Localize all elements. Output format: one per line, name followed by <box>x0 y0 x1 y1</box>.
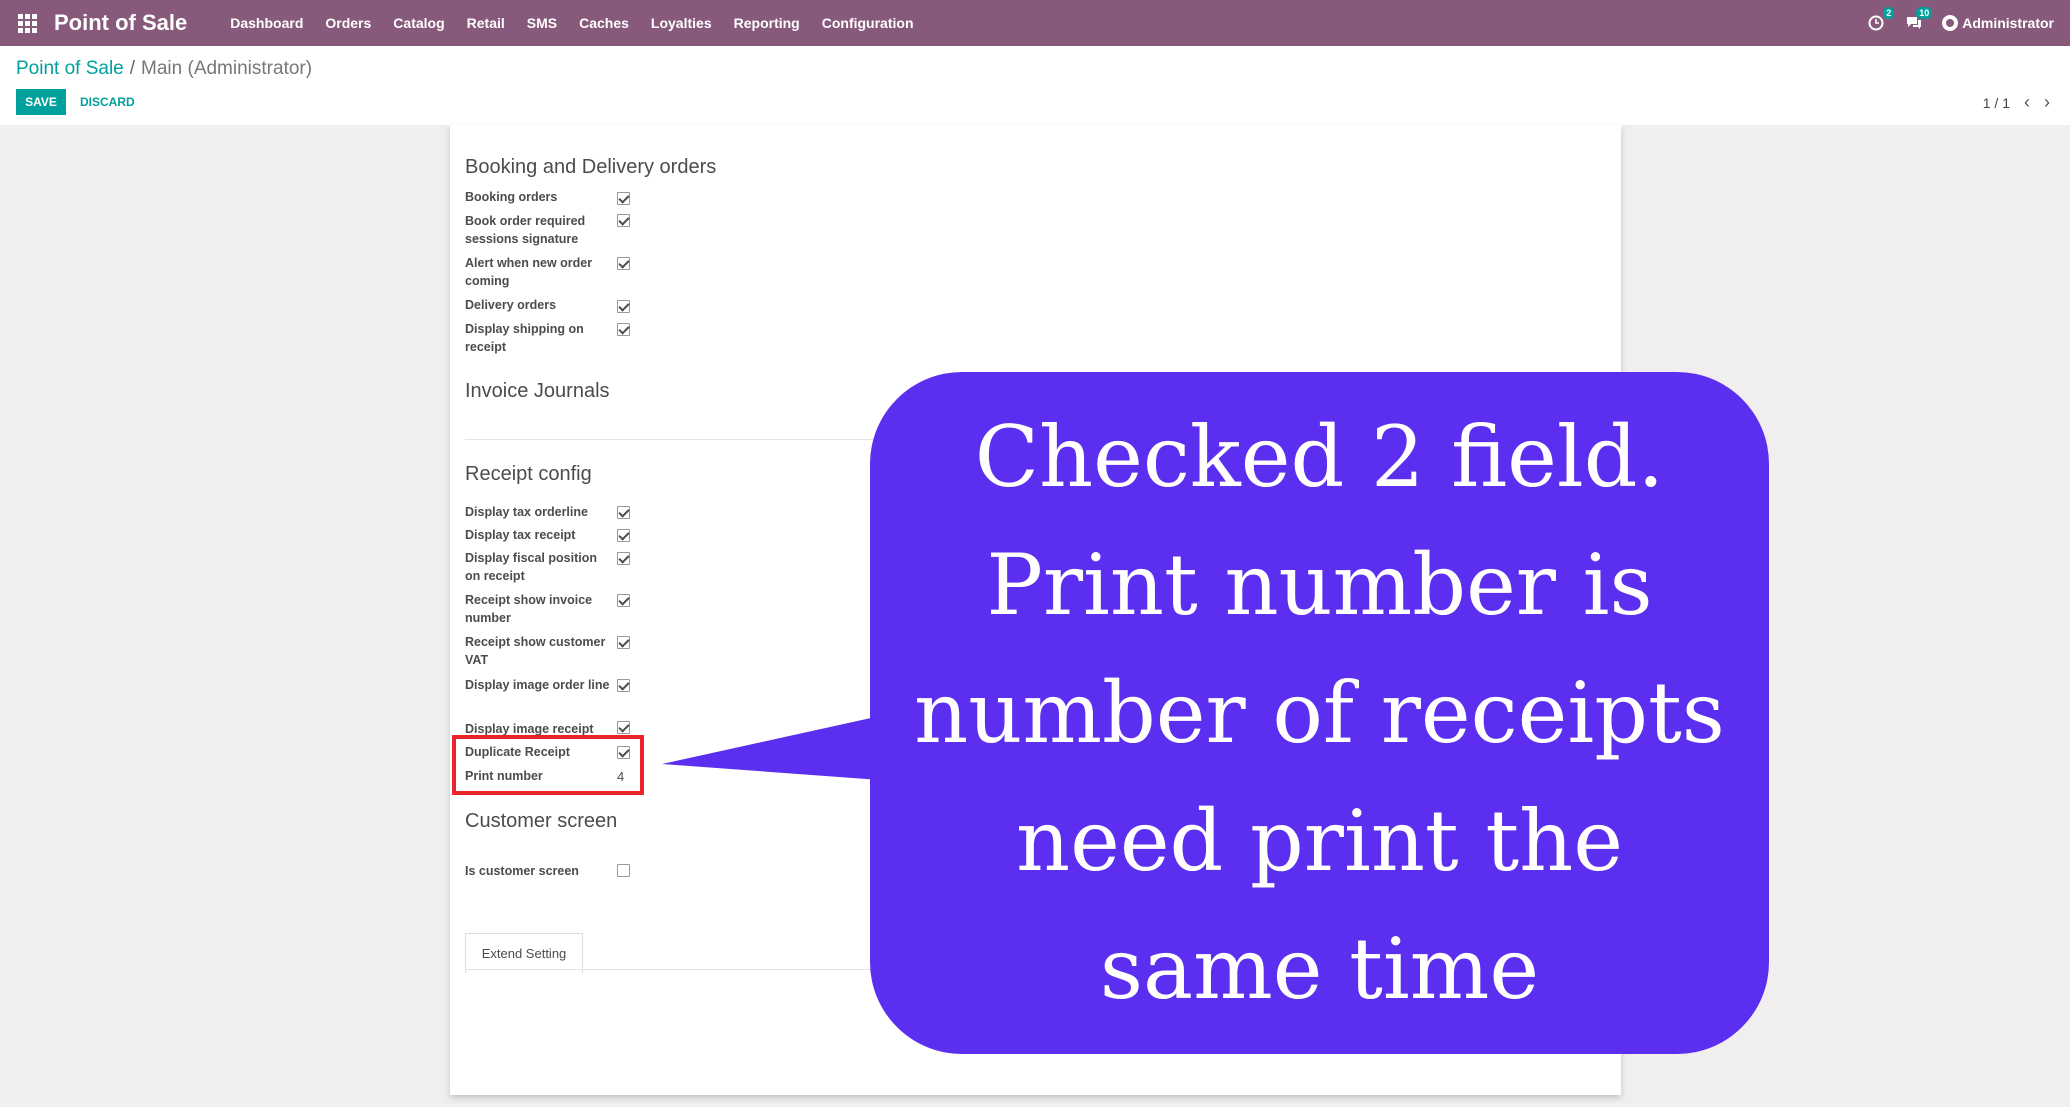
activity-clock-icon[interactable]: 2 <box>1866 7 1895 33</box>
menu-catalog[interactable]: Catalog <box>382 15 455 31</box>
field-label-display-shipping: Display shipping on receipt <box>465 322 584 354</box>
main-menu: Dashboard Orders Catalog Retail SMS Cach… <box>219 15 924 31</box>
discard-button[interactable]: DISCARD <box>72 89 143 115</box>
field-label-display-tax-receipt: Display tax receipt <box>465 528 576 542</box>
control-panel: Point of Sale / Main (Administrator) SAV… <box>0 46 2070 125</box>
print-number-input[interactable]: 4 <box>617 769 624 784</box>
breadcrumb-root[interactable]: Point of Sale <box>16 58 124 80</box>
checkbox-receipt-invoice-number[interactable] <box>617 594 630 607</box>
systray: 2 10 Administrator <box>1866 7 2054 33</box>
field-label-receipt-customer-vat: Receipt show customer VAT <box>465 635 606 667</box>
activity-badge: 2 <box>1883 7 1895 19</box>
avatar <box>1942 15 1959 31</box>
menu-configuration[interactable]: Configuration <box>811 15 925 31</box>
menu-loyalties[interactable]: Loyalties <box>640 15 723 31</box>
field-label-book-order-signature: Book order required sessions signature <box>465 214 586 246</box>
checkbox-display-tax-orderline[interactable] <box>617 506 630 519</box>
callout-text: Checked 2 field. Print number is number … <box>914 408 1725 1018</box>
pager-next-icon[interactable]: › <box>2044 92 2050 113</box>
menu-retail[interactable]: Retail <box>456 15 516 31</box>
messages-icon[interactable]: 10 <box>1904 7 1933 33</box>
field-label-print-number: Print number <box>465 769 543 783</box>
field-label-display-image-receipt: Display image receipt <box>465 722 594 736</box>
checkbox-booking-orders[interactable] <box>617 192 630 205</box>
checkbox-book-order-signature[interactable] <box>617 214 630 227</box>
field-label-receipt-invoice-number: Receipt show invoice number <box>465 593 593 625</box>
annotation-callout: Checked 2 field. Print number is number … <box>870 372 1769 1054</box>
breadcrumb-separator: / <box>129 58 136 79</box>
user-name: Administrator <box>1962 15 2054 31</box>
user-menu[interactable]: Administrator <box>1942 15 2054 31</box>
checkbox-display-image-receipt[interactable] <box>617 721 630 734</box>
checkbox-alert-new-order[interactable] <box>617 257 630 270</box>
section-title-receipt: Receipt config <box>465 463 592 485</box>
checkbox-delivery-orders[interactable] <box>617 300 630 313</box>
messages-badge: 10 <box>1916 7 1933 19</box>
apps-menu-icon[interactable] <box>16 12 38 34</box>
section-title-invoice: Invoice Journals <box>465 380 610 402</box>
checkbox-is-customer-screen[interactable] <box>617 864 630 877</box>
pager-value[interactable]: 1 / 1 <box>1983 95 2010 111</box>
menu-dashboard[interactable]: Dashboard <box>219 15 314 31</box>
checkbox-receipt-customer-vat[interactable] <box>617 636 630 649</box>
field-label-duplicate-receipt: Duplicate Receipt <box>465 745 570 759</box>
checkbox-display-fiscal-position[interactable] <box>617 552 630 565</box>
field-label-delivery-orders: Delivery orders <box>465 298 557 312</box>
breadcrumb-current: Main (Administrator) <box>141 58 313 79</box>
breadcrumb: Point of Sale / Main (Administrator) <box>16 58 312 80</box>
field-label-alert-new-order: Alert when new order coming <box>465 256 593 288</box>
section-title-customer: Customer screen <box>465 810 618 832</box>
menu-sms[interactable]: SMS <box>516 15 568 31</box>
top-navbar: Point of Sale Dashboard Orders Catalog R… <box>0 0 2070 46</box>
section-title-booking: Booking and Delivery orders <box>465 156 717 178</box>
checkbox-duplicate-receipt[interactable] <box>617 746 630 759</box>
field-label-display-image-orderline: Display image order line <box>465 678 610 692</box>
app-brand[interactable]: Point of Sale <box>54 10 187 36</box>
field-label-display-fiscal-position: Display fiscal position on receipt <box>465 551 597 583</box>
checkbox-display-image-orderline[interactable] <box>617 679 630 692</box>
checkbox-display-shipping[interactable] <box>617 323 630 336</box>
menu-orders[interactable]: Orders <box>314 15 382 31</box>
pager-previous-icon[interactable]: ‹ <box>2024 92 2030 113</box>
tab-extend-setting[interactable]: Extend Setting <box>465 933 583 973</box>
field-label-display-tax-orderline: Display tax orderline <box>465 505 588 519</box>
pager: 1 / 1 ‹ › <box>1983 92 2050 113</box>
save-button[interactable]: SAVE <box>16 89 66 115</box>
menu-caches[interactable]: Caches <box>568 15 640 31</box>
field-label-booking-orders: Booking orders <box>465 190 558 204</box>
menu-reporting[interactable]: Reporting <box>723 15 811 31</box>
field-label-is-customer-screen: Is customer screen <box>465 864 579 878</box>
checkbox-display-tax-receipt[interactable] <box>617 529 630 542</box>
